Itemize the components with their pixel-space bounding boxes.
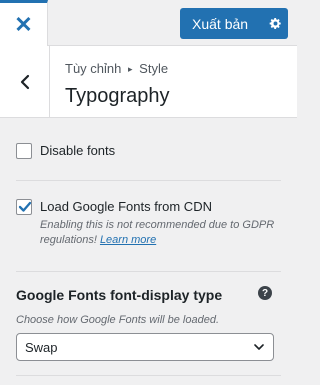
learn-more-link[interactable]: Learn more bbox=[100, 234, 156, 246]
customizer-topbar: ✕ Xuất bản bbox=[0, 0, 297, 46]
back-button[interactable] bbox=[0, 46, 50, 118]
typography-panel: Disable fonts Load Google Fonts from CDN… bbox=[0, 118, 297, 385]
divider bbox=[16, 271, 281, 272]
load-cdn-label: Load Google Fonts from CDN bbox=[40, 199, 212, 214]
load-cdn-checkbox[interactable] bbox=[16, 199, 32, 215]
chevron-left-icon bbox=[20, 74, 29, 90]
breadcrumb-parent: Tùy chỉnh bbox=[65, 61, 122, 76]
disable-fonts-checkbox[interactable] bbox=[16, 143, 32, 159]
publish-group: Xuất bản bbox=[180, 8, 288, 39]
publish-settings-button[interactable] bbox=[262, 8, 288, 39]
publish-button[interactable]: Xuất bản bbox=[180, 16, 262, 32]
gdpr-warning: Enabling this is not recommended due to … bbox=[40, 219, 275, 246]
page-title: Typography bbox=[65, 85, 170, 107]
divider bbox=[16, 375, 281, 376]
load-cdn-description: Enabling this is not recommended due to … bbox=[40, 218, 281, 248]
font-display-description: Choose how Google Fonts will be loaded. bbox=[16, 314, 220, 326]
section-header: Tùy chỉnh ▸ Style Typography bbox=[0, 46, 297, 118]
disable-fonts-label: Disable fonts bbox=[40, 143, 116, 158]
load-cdn-text: Load Google Fonts from CDN Enabling this… bbox=[40, 199, 281, 248]
checkmark-icon bbox=[18, 201, 32, 212]
close-icon: ✕ bbox=[14, 11, 33, 37]
font-display-selected-value: Swap bbox=[25, 339, 58, 355]
breadcrumb-section: Style bbox=[139, 61, 169, 76]
gear-icon bbox=[269, 17, 281, 30]
breadcrumb-separator: ▸ bbox=[128, 64, 133, 74]
font-display-select[interactable]: Swap bbox=[16, 333, 274, 361]
close-button[interactable]: ✕ bbox=[0, 0, 48, 46]
font-display-title: Google Fonts font-display type bbox=[16, 287, 223, 303]
load-cdn-option[interactable]: Load Google Fonts from CDN Enabling this… bbox=[16, 199, 281, 248]
breadcrumb: Tùy chỉnh ▸ Style bbox=[65, 61, 168, 76]
help-icon[interactable]: ? bbox=[258, 286, 272, 300]
disable-fonts-option[interactable]: Disable fonts bbox=[16, 143, 281, 159]
chevron-down-icon bbox=[254, 344, 264, 350]
divider bbox=[16, 180, 281, 181]
